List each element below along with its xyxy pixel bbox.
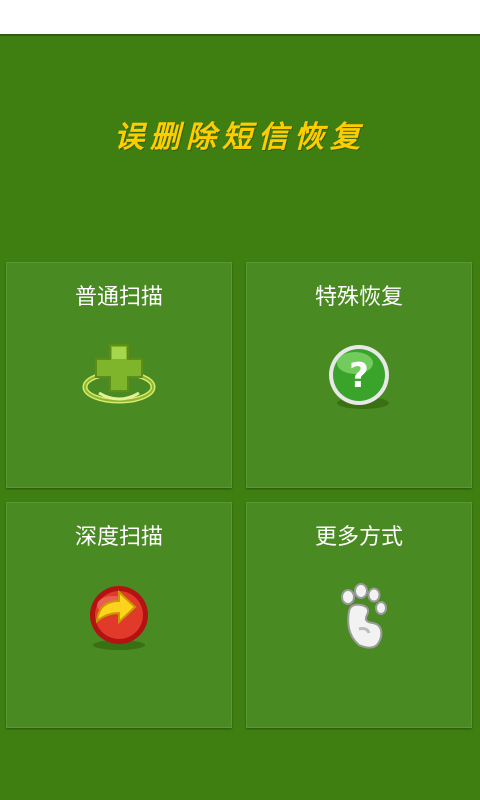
svg-text:?: ? xyxy=(349,356,369,396)
deep-scan-tile[interactable]: 深度扫描 xyxy=(6,502,232,728)
tile-label: 深度扫描 xyxy=(74,525,163,550)
footprint-icon xyxy=(319,581,399,653)
normal-scan-tile[interactable]: 普通扫描 xyxy=(6,262,232,488)
tile-label: 普通扫描 xyxy=(74,285,163,310)
tile-label: 特殊恢复 xyxy=(314,285,403,310)
green-cross-scan-icon xyxy=(79,341,159,413)
tile-label: 更多方式 xyxy=(314,525,403,550)
red-refresh-arrow-icon xyxy=(79,581,159,653)
green-question-icon: ? xyxy=(319,341,399,413)
more-ways-tile[interactable]: 更多方式 xyxy=(246,502,472,728)
status-bar xyxy=(0,0,480,36)
app-title: 误删除短信恢复 xyxy=(114,120,366,155)
special-recovery-tile[interactable]: 特殊恢复 ? xyxy=(246,262,472,488)
